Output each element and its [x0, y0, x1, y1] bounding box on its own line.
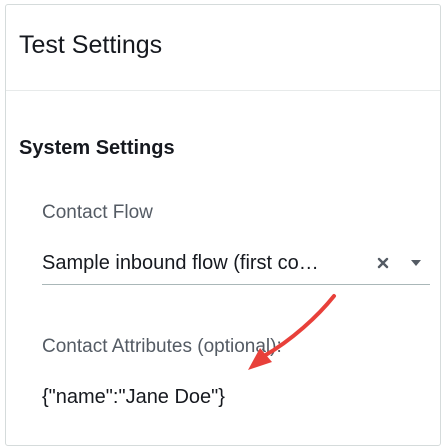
system-settings-heading: System Settings [19, 137, 175, 159]
contact-attributes-input[interactable] [42, 379, 430, 415]
contact-flow-label: Contact Flow [42, 202, 153, 223]
chevron-down-icon[interactable] [408, 255, 424, 271]
contact-flow-select[interactable]: Sample inbound flow (first co… [42, 245, 430, 285]
panel-header: Test Settings [6, 5, 440, 91]
test-settings-panel: Test Settings System Settings Contact Fl… [5, 4, 441, 446]
contact-flow-selected-value: Sample inbound flow (first co… [42, 252, 319, 274]
contact-attributes-label: Contact Attributes (optional): [42, 336, 282, 357]
close-icon[interactable] [374, 254, 392, 272]
panel-title: Test Settings [19, 31, 163, 59]
